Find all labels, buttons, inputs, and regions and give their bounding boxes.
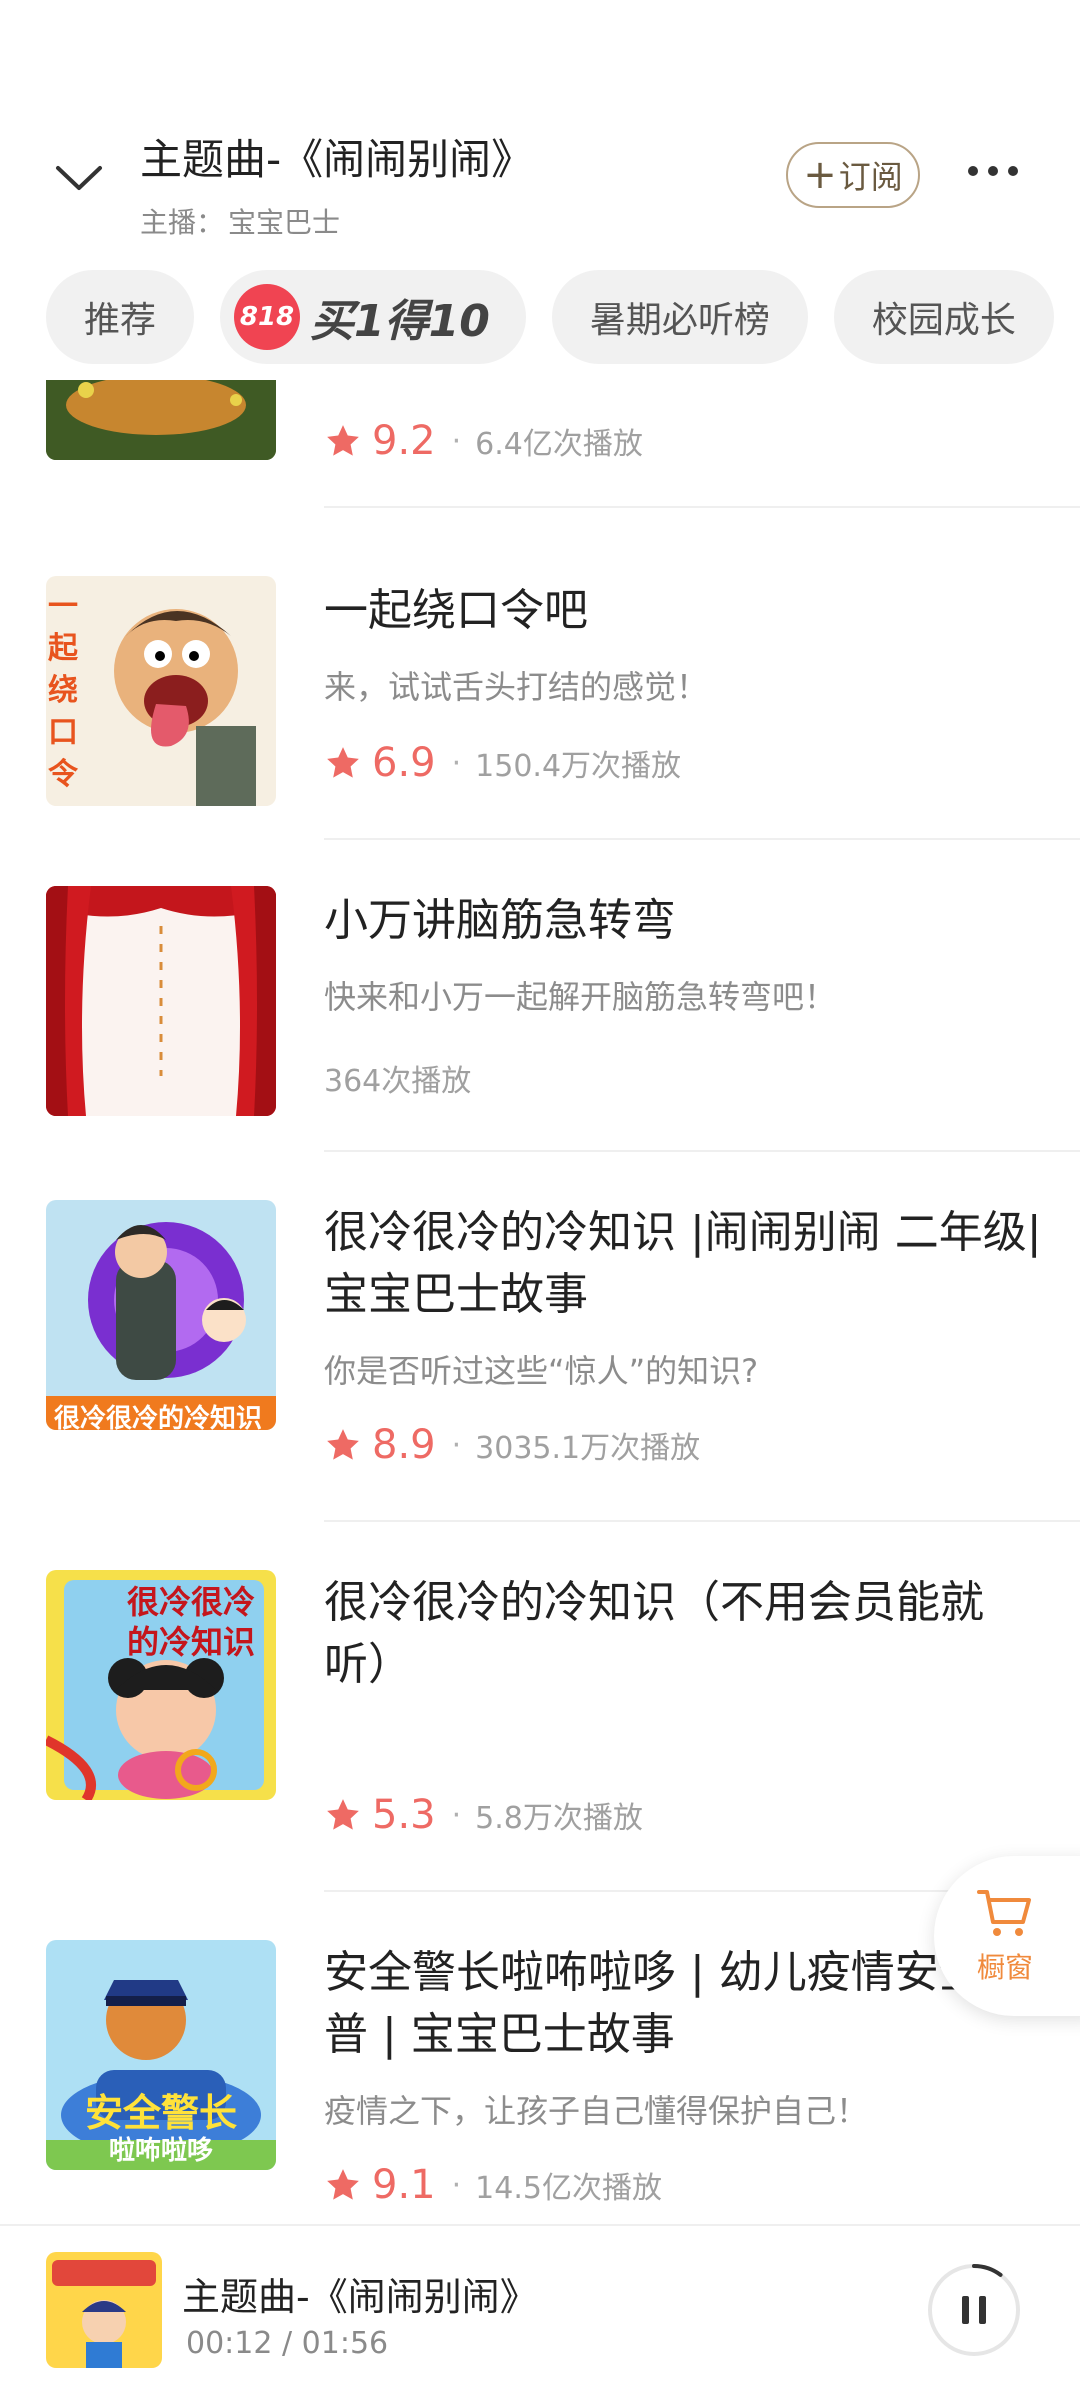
cover-title: 很冷很冷的冷知识 <box>126 1583 255 1661</box>
title-block: 主题曲-《闹闹别闹》 主播： 宝宝巴士 <box>140 126 760 241</box>
divider <box>324 1150 1080 1152</box>
tab-summer-chart[interactable]: 暑期必听榜 <box>551 270 808 364</box>
player-time: 00:12 / 01:56 <box>186 2326 389 2361</box>
album-cover: 很冷很冷的冷知识 <box>46 1570 276 1800</box>
mini-player[interactable]: 主题曲-《闹闹别闹》 00:12 / 01:56 <box>0 2224 1080 2400</box>
star-icon <box>327 2169 359 2200</box>
tab-label: 买1得10 <box>310 296 490 347</box>
list-item[interactable]: 很冷很冷的冷知识 很冷很冷的冷知识（不用会员能就听） 5.3 · 5.8万次播放 <box>0 1570 1080 1940</box>
plus-icon: + <box>803 152 837 198</box>
item-desc: 疫情之下，让孩子自己懂得保护自己！ <box>324 2092 869 2130</box>
host-line: 主播： 宝宝巴士 <box>140 201 760 241</box>
album-cover: 很冷很冷的冷知识 <box>46 1200 276 1430</box>
tab-label: 暑期必听榜 <box>589 300 770 341</box>
tab-recommend[interactable]: 推荐 <box>46 270 195 364</box>
list-item[interactable]: 9.2 · 6.4亿次播放 <box>0 380 1080 530</box>
divider <box>324 838 1080 840</box>
item-desc: 来，试试舌头打结的感觉！ <box>324 668 709 706</box>
shop-window-button[interactable]: 橱窗 <box>934 1856 1080 2016</box>
item-title: 很冷很冷的冷知识 |闹闹别闹 二年级|宝宝巴士故事 <box>324 1207 1042 1320</box>
player-track-title: 主题曲-《闹闹别闹》 <box>182 2275 538 2319</box>
pause-icon[interactable] <box>926 2262 1022 2358</box>
elapsed-time: 00:12 <box>186 2326 273 2361</box>
meta-separator: · <box>451 1427 462 1463</box>
chevron-down-icon[interactable] <box>52 158 106 198</box>
cover-title: 很冷很冷的冷知识 <box>54 1404 263 1430</box>
star-icon <box>327 1799 359 1830</box>
play-count: 364次播放 <box>324 1064 472 1099</box>
meta-separator: · <box>451 1797 462 1833</box>
app-screen: 主题曲-《闹闹别闹》 主播： 宝宝巴士 + 订阅 推荐 818 买1得10 暑期… <box>0 0 1080 2400</box>
subscribe-label: 订阅 <box>838 158 903 196</box>
subscribe-button[interactable]: + 订阅 <box>786 142 920 208</box>
more-options-icon[interactable] <box>968 156 1034 186</box>
album-cover <box>46 380 276 460</box>
cover-title: 一起绕口令 <box>48 589 78 792</box>
item-title: 很冷很冷的冷知识（不用会员能就听） <box>324 1577 984 1690</box>
star-icon <box>327 425 359 456</box>
total-duration: 01:56 <box>301 2326 389 2361</box>
item-meta: 9.2 · 6.4亿次播放 <box>324 418 643 464</box>
album-cover: 一起绕口令 <box>46 576 276 806</box>
list-item[interactable]: 很冷很冷的冷知识 很冷很冷的冷知识 |闹闹别闹 二年级|宝宝巴士故事 你是否听过… <box>0 1200 1080 1570</box>
item-meta: 6.9 · 150.4万次播放 <box>324 740 681 786</box>
host-label: 主播： <box>140 206 225 239</box>
tab-label: 推荐 <box>84 300 157 341</box>
rating-value: 9.1 <box>372 2162 436 2208</box>
meta-separator: · <box>451 423 462 459</box>
item-meta: 8.9 · 3035.1万次播放 <box>324 1422 700 1468</box>
play-count: 150.4万次播放 <box>475 749 682 784</box>
list-item[interactable]: 小万讲脑筋急转弯 快来和小万一起解开脑筋急转弯吧！ 364次播放 <box>0 886 1080 1198</box>
rating-value: 6.9 <box>372 740 436 786</box>
tab-label: 校园成长 <box>871 300 1016 341</box>
rating-value: 9.2 <box>372 418 436 464</box>
tab-promo-818[interactable]: 818 买1得10 <box>220 270 526 364</box>
meta-separator: · <box>451 2167 462 2203</box>
item-title: 安全警长啦咘啦哆 | 幼儿疫情安全科普 | 宝宝巴士故事 <box>324 1947 1027 2060</box>
album-cover: 安全警长 啦咘啦哆 <box>46 1940 276 2170</box>
item-title: 小万讲脑筋急转弯 <box>324 895 676 946</box>
item-meta: 5.3 · 5.8万次播放 <box>324 1792 643 1838</box>
divider <box>324 506 1080 508</box>
host-name[interactable]: 宝宝巴士 <box>228 201 340 241</box>
promo-badge: 818 <box>234 284 301 350</box>
category-tabs: 推荐 818 买1得10 暑期必听榜 校园成长 <box>46 270 1054 364</box>
item-meta: 9.1 · 14.5亿次播放 <box>324 2162 662 2208</box>
list-item[interactable]: 一起绕口令 一起绕口令吧 来，试试舌头打结的感觉！ 6.9 · 150.4万次播… <box>0 576 1080 888</box>
shopping-cart-icon <box>977 1890 1031 1936</box>
album-cover <box>46 886 276 1116</box>
item-desc: 你是否听过这些“惊人”的知识? <box>324 1352 759 1390</box>
shop-window-label: 橱窗 <box>976 1951 1033 1984</box>
cover-title: 安全警长 <box>84 2091 237 2135</box>
play-count: 5.8万次播放 <box>475 1801 643 1836</box>
play-count: 14.5亿次播放 <box>475 2171 662 2206</box>
header: 主题曲-《闹闹别闹》 主播： 宝宝巴士 + 订阅 <box>0 120 1080 240</box>
album-list[interactable]: 9.2 · 6.4亿次播放 一起绕口令 一起绕口令吧 来，试试舌头打结的感觉！ … <box>0 380 1080 2220</box>
item-desc: 快来和小万一起解开脑筋急转弯吧！ <box>324 978 837 1016</box>
rating-value: 8.9 <box>372 1422 436 1468</box>
rating-value: 5.3 <box>372 1792 436 1838</box>
meta-separator: · <box>451 745 462 781</box>
page-title: 主题曲-《闹闹别闹》 <box>140 135 534 184</box>
divider <box>324 1520 1080 1522</box>
play-count: 6.4亿次播放 <box>475 427 643 462</box>
star-icon <box>327 1429 359 1460</box>
item-title: 一起绕口令吧 <box>324 585 588 636</box>
cover-subtitle: 啦咘啦哆 <box>108 2136 213 2166</box>
play-count: 3035.1万次播放 <box>475 1431 701 1466</box>
list-item[interactable]: 安全警长 啦咘啦哆 安全警长啦咘啦哆 | 幼儿疫情安全科普 | 宝宝巴士故事 疫… <box>0 1940 1080 2220</box>
star-icon <box>327 747 359 778</box>
item-meta: 364次播放 <box>324 1056 471 1100</box>
player-cover[interactable] <box>46 2252 162 2368</box>
tab-campus-growth[interactable]: 校园成长 <box>833 270 1054 364</box>
